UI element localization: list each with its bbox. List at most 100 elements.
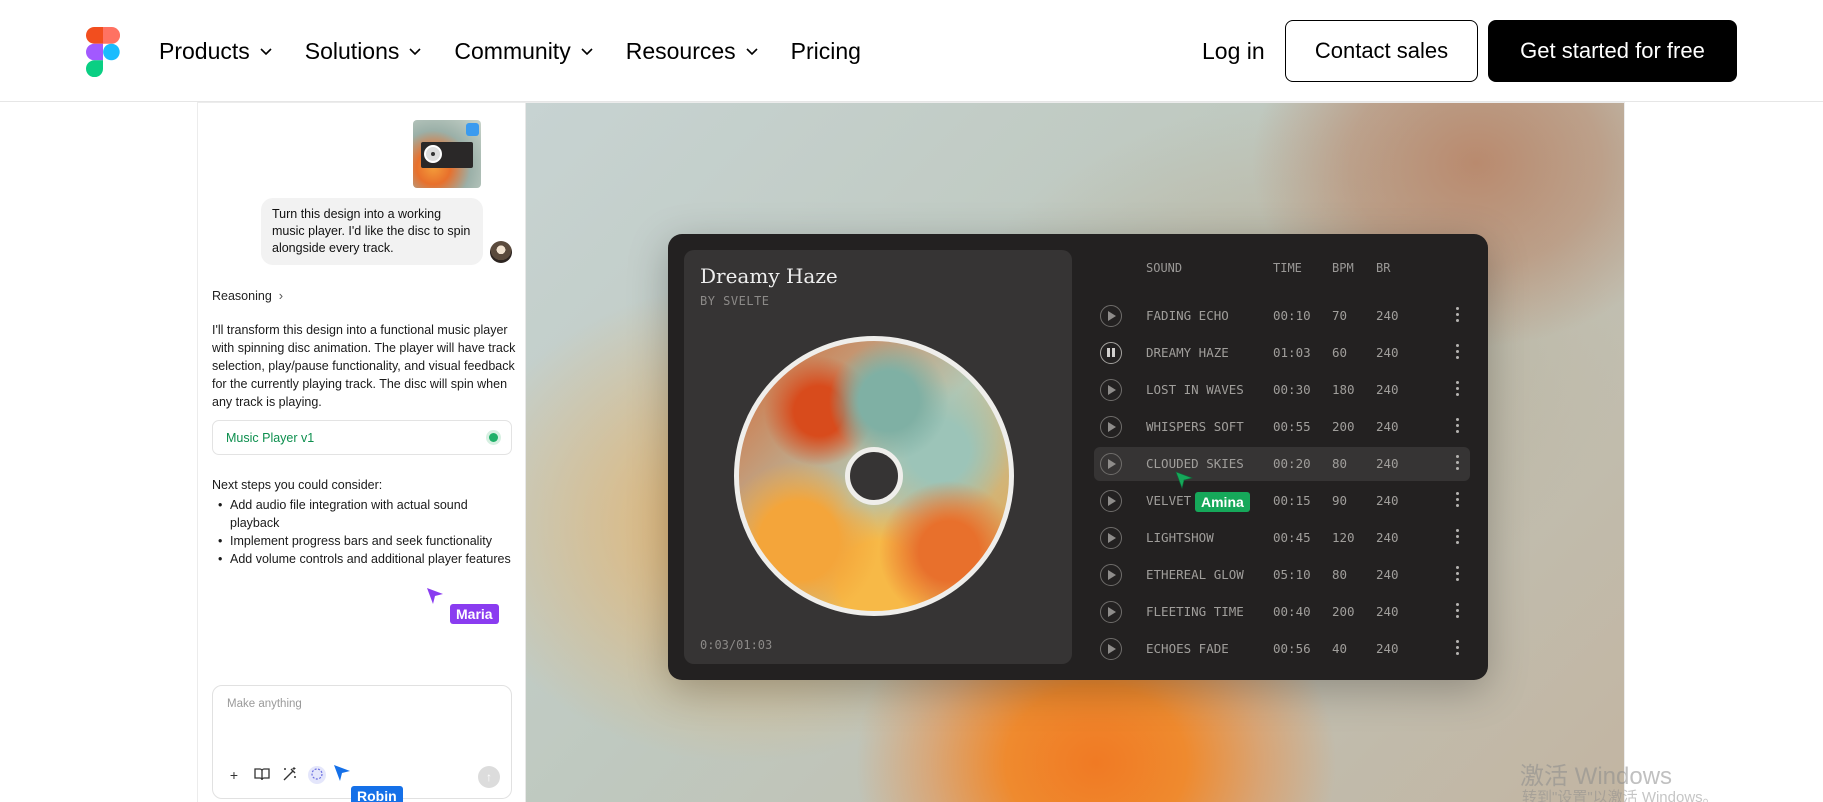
generated-file-card[interactable]: Music Player v1 [212, 420, 512, 455]
track-time: 05:10 [1273, 567, 1311, 582]
column-header-bpm: BPM [1332, 261, 1354, 275]
now-playing-title: Dreamy Haze [700, 264, 838, 288]
track-sound: FLEETING TIME [1146, 604, 1244, 619]
chevron-down-icon [260, 48, 272, 56]
magic-wand-icon[interactable] [281, 766, 299, 784]
more-vertical-icon[interactable] [1456, 455, 1460, 473]
track-sound: VELVET [1146, 493, 1192, 508]
nav-item-solutions[interactable]: Solutions [305, 38, 423, 65]
reasoning-toggle[interactable]: Reasoning › [212, 288, 283, 303]
track-bpm: 80 [1332, 456, 1348, 471]
track-sound: FADING ECHO [1146, 308, 1229, 323]
track-row[interactable]: LOST IN WAVES 00:30 180 240 [1094, 373, 1470, 407]
contact-sales-button[interactable]: Contact sales [1285, 20, 1478, 82]
now-playing-card: Dreamy Haze BY SVELTE 0:03/01:03 [684, 250, 1072, 664]
nav-item-community[interactable]: Community [454, 38, 593, 65]
column-header-time: TIME [1273, 261, 1302, 275]
track-row[interactable]: LIGHTSHOW 00:45 120 240 [1094, 521, 1470, 555]
cursor-label-robin: Robin [351, 786, 403, 802]
track-time: 00:40 [1273, 604, 1311, 619]
more-vertical-icon[interactable] [1456, 418, 1460, 436]
sparkle-icon[interactable] [308, 766, 326, 784]
more-vertical-icon[interactable] [1456, 344, 1460, 362]
more-vertical-icon[interactable] [1456, 381, 1460, 399]
track-br: 240 [1376, 567, 1399, 582]
play-icon[interactable] [1100, 379, 1122, 401]
more-vertical-icon[interactable] [1456, 529, 1460, 547]
track-row[interactable]: DREAMY HAZE 01:03 60 240 [1094, 336, 1470, 370]
attachment-badge-icon [466, 123, 479, 136]
user-avatar [490, 241, 512, 263]
windows-activation-hint: 转到"设置"以激活 Windows。 [1522, 789, 1718, 802]
file-card-label: Music Player v1 [226, 430, 315, 445]
nav-item-pricing[interactable]: Pricing [791, 38, 861, 65]
chevron-down-icon [581, 48, 593, 56]
disc-center-hole [845, 447, 903, 505]
track-sound: WHISPERS SOFT [1146, 419, 1244, 434]
track-br: 240 [1376, 456, 1399, 471]
track-sound: CLOUDED SKIES [1146, 456, 1244, 471]
nav-item-label: Solutions [304, 37, 400, 64]
track-bpm: 60 [1332, 345, 1348, 360]
track-br: 240 [1376, 604, 1399, 619]
cursor-label-amina: Amina [1195, 492, 1250, 512]
track-row[interactable]: ETHEREAL GLOW 05:10 80 240 [1094, 558, 1470, 592]
play-icon[interactable] [1100, 416, 1122, 438]
play-icon[interactable] [1100, 305, 1122, 327]
app-preview-canvas: Dreamy Haze BY SVELTE 0:03/01:03 SOUND T… [526, 103, 1624, 802]
track-bpm: 200 [1332, 419, 1355, 434]
nav-item-products[interactable]: Products [159, 38, 273, 65]
figma-logo-icon[interactable] [86, 27, 120, 77]
play-icon[interactable] [1100, 638, 1122, 660]
track-row[interactable]: FLEETING TIME 00:40 200 240 [1094, 595, 1470, 629]
book-icon[interactable] [253, 766, 271, 784]
login-link[interactable]: Log in [1202, 38, 1265, 65]
track-br: 240 [1376, 530, 1399, 545]
track-bpm: 40 [1332, 641, 1348, 656]
nav-item-label: Pricing [790, 37, 861, 64]
nav-item-label: Community [454, 37, 571, 64]
play-icon[interactable] [1100, 453, 1122, 475]
more-vertical-icon[interactable] [1456, 566, 1460, 584]
chevron-down-icon [409, 48, 421, 56]
column-header-br: BR [1376, 261, 1391, 275]
nav-links: Products Solutions Community Resources Prici… [159, 0, 893, 102]
track-row[interactable]: FADING ECHO 00:10 70 240 [1094, 299, 1470, 333]
play-icon[interactable] [1100, 490, 1122, 512]
pause-icon[interactable] [1100, 342, 1122, 364]
chat-panel: Turn this design into a working music pl… [198, 103, 526, 802]
play-icon[interactable] [1100, 527, 1122, 549]
nav-item-resources[interactable]: Resources [626, 38, 759, 65]
track-bpm: 120 [1332, 530, 1355, 545]
track-br: 240 [1376, 382, 1399, 397]
cursor-arrow-icon [334, 765, 350, 781]
track-br: 240 [1376, 308, 1399, 323]
track-row[interactable]: WHISPERS SOFT 00:55 200 240 [1094, 410, 1470, 444]
play-icon[interactable] [1100, 601, 1122, 623]
status-dot-icon [489, 433, 498, 442]
reasoning-label: Reasoning [212, 288, 272, 303]
plus-icon[interactable]: + [225, 766, 243, 784]
play-icon[interactable] [1100, 564, 1122, 586]
product-demo-frame: Turn this design into a working music pl… [198, 103, 1624, 802]
more-vertical-icon[interactable] [1456, 492, 1460, 510]
get-started-button[interactable]: Get started for free [1488, 20, 1737, 82]
chevron-down-icon [746, 48, 758, 56]
more-vertical-icon[interactable] [1456, 307, 1460, 325]
track-row[interactable]: CLOUDED SKIES 00:20 80 240 [1094, 447, 1470, 481]
more-vertical-icon[interactable] [1456, 640, 1460, 658]
track-time: 00:45 [1273, 530, 1311, 545]
track-row[interactable]: VELVET 00:15 90 240 [1094, 484, 1470, 518]
send-arrow-icon[interactable]: ↑ [478, 766, 500, 788]
next-steps-title: Next steps you could consider: [212, 478, 383, 492]
more-vertical-icon[interactable] [1456, 603, 1460, 621]
cursor-label-maria: Maria [450, 604, 499, 624]
track-sound: LIGHTSHOW [1146, 530, 1214, 545]
list-item: Implement progress bars and seek functio… [216, 532, 512, 550]
next-steps-list: Add audio file integration with actual s… [216, 496, 512, 568]
track-time: 00:10 [1273, 308, 1311, 323]
track-time: 00:30 [1273, 382, 1311, 397]
track-row[interactable]: ECHOES FADE 00:56 40 240 [1094, 632, 1470, 666]
track-sound: LOST IN WAVES [1146, 382, 1244, 397]
prompt-input[interactable] [227, 698, 487, 710]
